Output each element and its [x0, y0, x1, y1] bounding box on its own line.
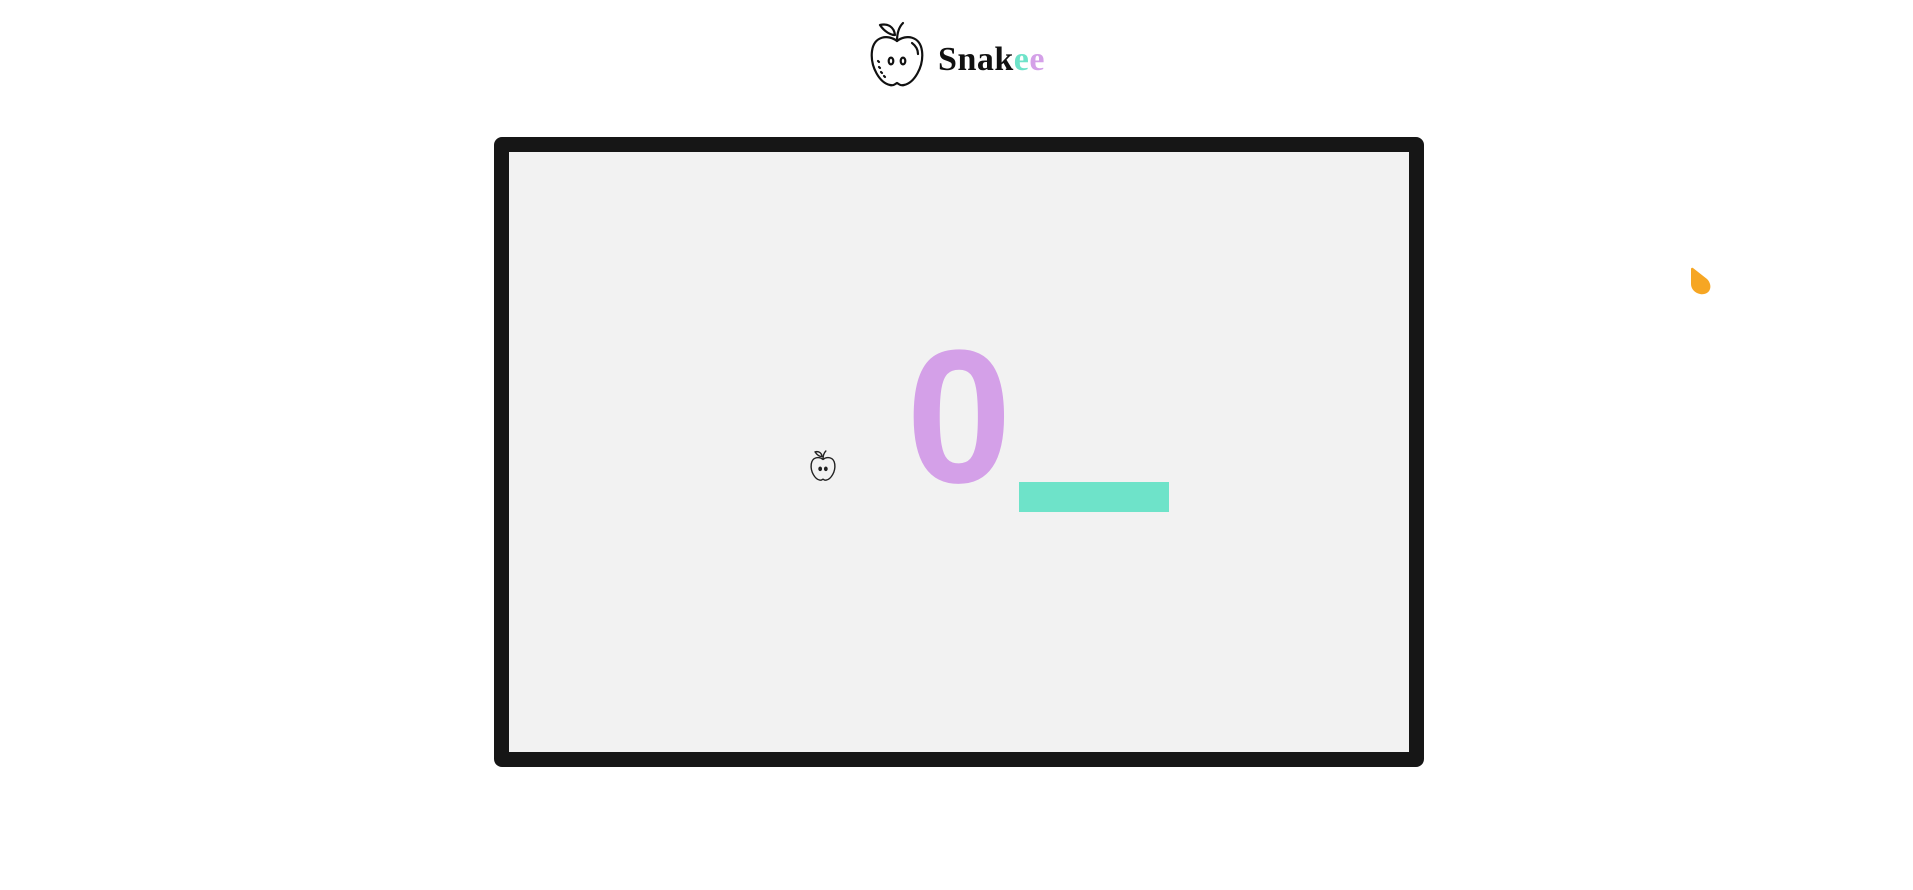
apple-food-icon: [809, 450, 837, 482]
apple-logo-icon: [868, 21, 926, 89]
app-header: Snakee: [0, 20, 1913, 90]
score-display: 0: [906, 311, 1012, 523]
snake-body: [1019, 482, 1169, 512]
brand-title: Snakee: [938, 41, 1045, 78]
mouse-pointer-icon: [1688, 266, 1712, 298]
game-board-frame: 0: [494, 137, 1424, 767]
game-board[interactable]: 0: [509, 152, 1409, 752]
